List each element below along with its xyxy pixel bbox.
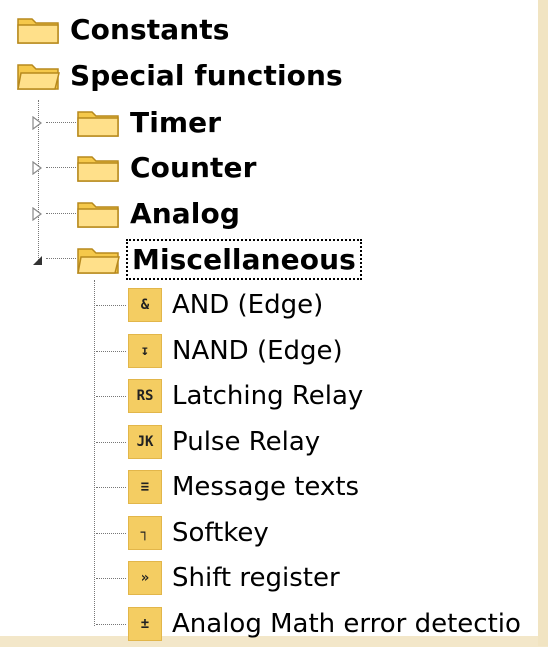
tree-connector [94,280,95,626]
tree-leaf-label: Analog Math error detectio [172,609,521,639]
tree-connector [96,533,126,534]
tree-leaf-item[interactable]: ± Analog Math error detectio [128,601,521,647]
tree-connector [46,167,76,168]
nand-edge-icon: ↧ [128,334,162,368]
tree-leaf-item[interactable]: & AND (Edge) [128,282,323,328]
folder-icon [16,13,60,45]
tree-connector [96,351,126,352]
folder-open-icon [16,59,60,91]
tree-item-analog[interactable]: Analog [76,190,240,236]
tree-item-label: Miscellaneous [126,238,362,280]
tree-item-miscellaneous[interactable]: Miscellaneous [76,236,362,282]
tree-connector [46,213,76,214]
tree-item-special-functions[interactable]: Special functions [16,52,343,98]
tree-leaf-label: Shift register [172,563,340,593]
tree-leaf-label: NAND (Edge) [172,336,343,366]
tree-item-label: Special functions [70,58,343,92]
tree-leaf-item[interactable]: RS Latching Relay [128,373,363,419]
tree-item-label: Counter [130,150,257,184]
tree-leaf-item[interactable]: ↧ NAND (Edge) [128,328,343,374]
tree-leaf-label: Latching Relay [172,381,364,411]
shift-register-icon: » [128,561,162,595]
scrollbar-edge [538,0,548,646]
tree-connector [96,305,126,306]
tree-connector [46,122,76,123]
collapse-arrow-icon[interactable] [30,252,44,266]
tree-connector [96,578,126,579]
tree-leaf-label: AND (Edge) [172,290,324,320]
expand-arrow-icon[interactable] [30,160,44,176]
folder-icon [76,151,120,183]
message-texts-icon: ≡ [128,470,162,504]
tree-leaf-item[interactable]: JK Pulse Relay [128,419,320,465]
folder-icon [76,106,120,138]
and-edge-icon: & [128,288,162,322]
tree-item-label: Constants [70,12,230,46]
tree-item-label: Analog [130,196,240,230]
analog-math-error-icon: ± [128,607,162,641]
expand-arrow-icon[interactable] [30,115,44,131]
tree-connector [96,487,126,488]
tree-item-label: Timer [130,105,222,139]
folder-open-icon [76,243,120,275]
tree-item-counter[interactable]: Counter [76,144,257,190]
tree-leaf-label: Pulse Relay [172,427,321,457]
tree-connector [96,396,126,397]
folder-icon [76,197,120,229]
tree-leaf-item[interactable]: ┐ Softkey [128,510,269,556]
tree-leaf-item[interactable]: » Shift register [128,555,340,601]
tree-leaf-label: Softkey [172,518,269,548]
tree-item-timer[interactable]: Timer [76,99,221,145]
tree-connector [96,442,126,443]
pulse-relay-icon: JK [128,425,162,459]
tree-leaf-item[interactable]: ≡ Message texts [128,464,359,510]
latching-relay-icon: RS [128,379,162,413]
tree-connector [96,624,126,625]
expand-arrow-icon[interactable] [30,206,44,222]
tree-connector [46,258,76,259]
tree-panel: Constants Special functions Timer Counte… [0,0,538,641]
tree-item-constants[interactable]: Constants [16,6,230,52]
tree-leaf-label: Message texts [172,472,360,502]
softkey-icon: ┐ [128,516,162,550]
